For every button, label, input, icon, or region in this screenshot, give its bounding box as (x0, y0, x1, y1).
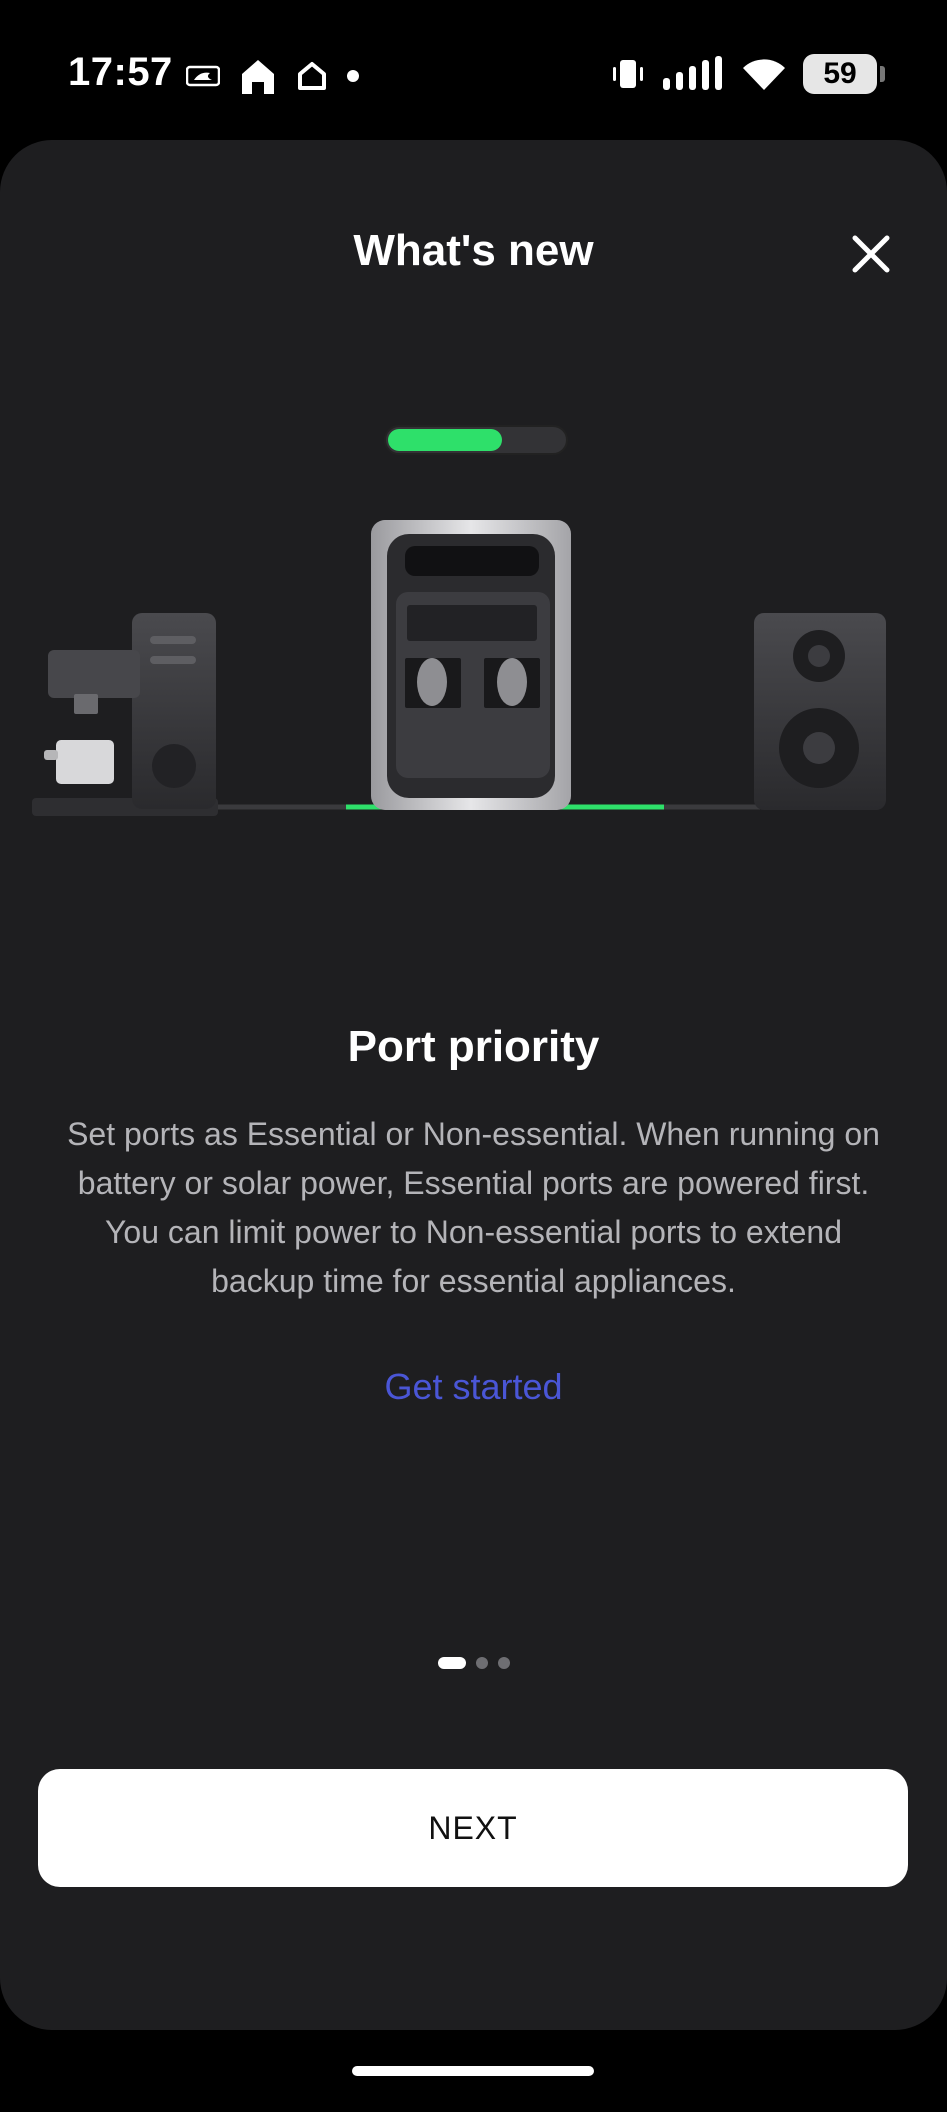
coffee-machine (32, 613, 218, 816)
screen: 17:57 59 What's new Port priority Set po… (0, 0, 947, 2112)
status-icons-right: 59 (611, 54, 885, 94)
page-dot (475, 1657, 488, 1669)
page-indicator (0, 1657, 947, 1669)
signal-icon (663, 56, 722, 90)
speaker (754, 613, 886, 810)
sheet-title: What's new (353, 226, 594, 275)
page-dot-active (437, 1657, 466, 1669)
page-dot (497, 1657, 510, 1669)
vibrate-icon (613, 60, 643, 88)
feature-title: Port priority (347, 1022, 600, 1071)
battery-level: 59 (823, 57, 857, 90)
close-icon[interactable] (847, 230, 895, 278)
battery-icon: 59 (803, 54, 885, 94)
status-time: 17:57 (68, 50, 173, 94)
wifi-icon (743, 59, 785, 90)
mlb-icon (186, 65, 220, 87)
get-started-link[interactable]: Get started (0, 1366, 947, 1408)
feature-description: Set ports as Essential or Non-essential.… (67, 1116, 880, 1299)
whats-new-sheet: What's new Port priority Set ports as Es… (0, 140, 947, 2030)
status-bar: 17:57 59 (0, 0, 947, 140)
status-icons-left (186, 56, 360, 96)
home-outline-icon (298, 62, 326, 90)
charge-level-bar (384, 425, 568, 455)
home-icon (242, 60, 274, 94)
dot-icon (347, 70, 359, 82)
power-station (371, 520, 571, 810)
port-priority-illustration (32, 425, 886, 816)
home-indicator[interactable] (352, 2066, 594, 2076)
next-button[interactable]: NEXT (38, 1769, 908, 1887)
